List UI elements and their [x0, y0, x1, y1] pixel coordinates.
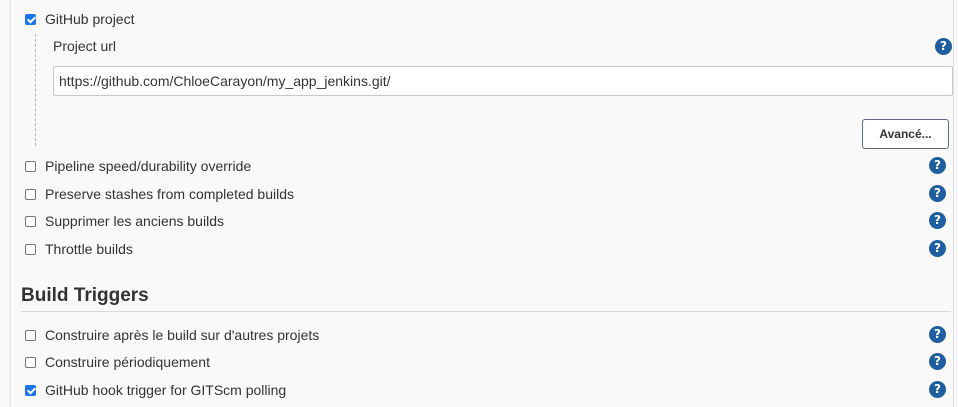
option-label: Pipeline speed/durability override	[45, 158, 252, 174]
help-icon[interactable]: ?	[929, 240, 946, 257]
option-label: Preserve stashes from completed builds	[45, 186, 294, 202]
github-hook-trigger-checkbox[interactable]	[25, 384, 36, 396]
option-row: Throttle builds ?	[21, 238, 951, 260]
project-url-label: Project url	[53, 38, 117, 54]
github-project-checkbox[interactable]	[25, 13, 36, 25]
option-label: Supprimer les anciens builds	[45, 213, 224, 229]
discard-old-builds-checkbox[interactable]	[25, 215, 36, 227]
config-panel: GitHub project Project url ? https://git…	[10, 0, 954, 407]
throttle-builds-checkbox[interactable]	[25, 243, 36, 255]
github-project-row: GitHub project	[21, 8, 951, 30]
option-row: Pipeline speed/durability override ?	[21, 155, 951, 177]
help-icon[interactable]: ?	[929, 212, 946, 229]
help-icon[interactable]: ?	[929, 157, 946, 174]
trigger-label: GitHub hook trigger for GITScm polling	[45, 382, 287, 398]
help-icon[interactable]: ?	[929, 326, 946, 343]
trigger-row: GitHub hook trigger for GITScm polling ?	[21, 379, 951, 401]
help-icon[interactable]: ?	[929, 381, 946, 398]
build-after-other-projects-checkbox[interactable]	[25, 329, 36, 341]
help-icon[interactable]: ?	[929, 185, 946, 202]
trigger-label: Construire après le build sur d'autres p…	[45, 327, 320, 343]
option-label: Throttle builds	[45, 241, 133, 257]
preserve-stashes-checkbox[interactable]	[25, 188, 36, 200]
option-row: Supprimer les anciens builds ?	[21, 210, 951, 232]
advanced-button[interactable]: Avancé...	[862, 119, 949, 149]
build-periodically-checkbox[interactable]	[25, 356, 36, 368]
trigger-row: Construire après le build sur d'autres p…	[21, 324, 951, 346]
pipeline-durability-checkbox[interactable]	[25, 160, 36, 172]
github-project-settings: Project url ? https://github.com/ChloeCa…	[35, 34, 953, 149]
help-icon[interactable]: ?	[929, 353, 946, 370]
option-row: Preserve stashes from completed builds ?	[21, 183, 951, 205]
trigger-row: Construire périodiquement ?	[21, 351, 951, 373]
trigger-label: Construire périodiquement	[45, 354, 210, 370]
help-icon[interactable]: ?	[935, 38, 952, 55]
github-project-label: GitHub project	[45, 11, 135, 27]
project-url-input[interactable]: https://github.com/ChloeCarayon/my_app_j…	[53, 66, 953, 96]
build-triggers-heading: Build Triggers	[21, 285, 951, 312]
